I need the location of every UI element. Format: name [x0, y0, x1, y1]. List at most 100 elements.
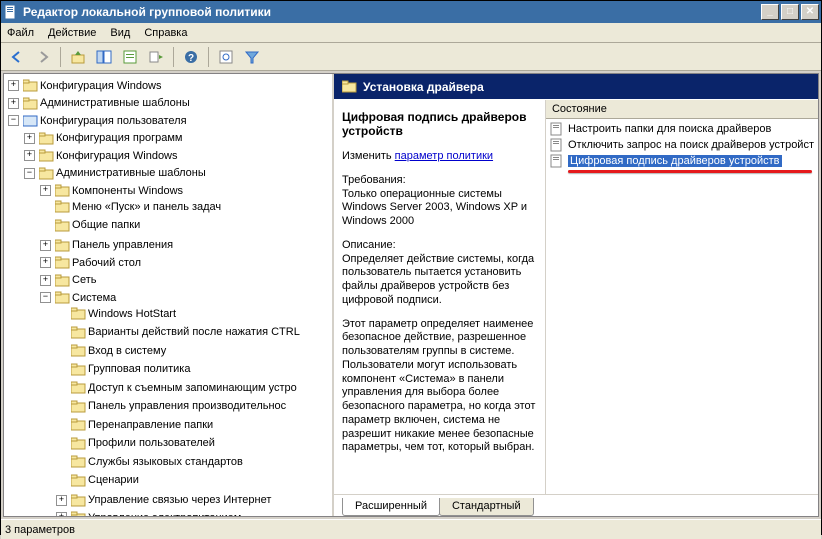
expand-icon[interactable]: + [8, 98, 19, 109]
tree-item[interactable]: Вход в систему [88, 343, 166, 359]
folder-icon [23, 79, 38, 92]
tree-item[interactable]: Профили пользователей [88, 435, 215, 451]
tree-item[interactable]: Конфигурация пользователя [40, 113, 187, 129]
tree-item[interactable]: Управление связью через Интернет [88, 492, 271, 508]
list-item[interactable]: Отключить запрос на поиск драйверов устр… [548, 137, 816, 153]
filter-button[interactable] [240, 46, 264, 68]
folder-icon [71, 307, 86, 320]
folder-icon [71, 344, 86, 357]
settings-list-panel: Состояние Настроить папки для поиска дра… [546, 100, 818, 494]
folder-icon [71, 363, 86, 376]
minimize-button[interactable]: _ [761, 4, 779, 20]
list-item-label: Отключить запрос на поиск драйверов устр… [568, 139, 814, 151]
back-button[interactable] [5, 46, 29, 68]
menu-view[interactable]: Вид [110, 27, 130, 39]
tree-item[interactable]: Групповая политика [88, 361, 190, 377]
expand-icon[interactable]: + [40, 275, 51, 286]
content-header: Установка драйвера [334, 74, 818, 100]
properties-button[interactable] [118, 46, 142, 68]
policy-icon [550, 122, 564, 136]
menu-help[interactable]: Справка [144, 27, 187, 39]
collapse-icon[interactable]: − [8, 115, 19, 126]
status-text: 3 параметров [5, 524, 75, 536]
close-button[interactable]: ✕ [801, 4, 819, 20]
maximize-button[interactable]: □ [781, 4, 799, 20]
folder-icon [71, 437, 86, 450]
tree-item[interactable]: Система [72, 290, 116, 306]
tree-item[interactable]: Перенаправление папки [88, 417, 213, 433]
tree-item[interactable]: Панель управления [72, 237, 173, 253]
folder-icon [71, 474, 86, 487]
tree-pane[interactable]: + Конфигурация Windows + Административные … [4, 74, 334, 516]
description-label: Описание: [342, 239, 396, 251]
tree-item[interactable]: Службы языковых стандартов [88, 454, 243, 470]
tree-item[interactable]: Windows HotStart [88, 306, 176, 322]
collapse-icon[interactable]: − [24, 168, 35, 179]
tree-item[interactable]: Управление электропитанием [88, 510, 241, 517]
collapse-icon[interactable]: − [40, 292, 51, 303]
menubar: Файл Действие Вид Справка [1, 23, 821, 43]
expand-icon[interactable]: + [24, 150, 35, 161]
folder-icon [71, 418, 86, 431]
folder-icon [39, 167, 54, 180]
folder-icon [55, 239, 70, 252]
description-p1: Определяет действие системы, когда польз… [342, 253, 534, 306]
menu-file[interactable]: Файл [7, 27, 34, 39]
expand-icon[interactable]: + [8, 80, 19, 91]
expand-icon[interactable]: + [40, 257, 51, 268]
folder-icon [55, 256, 70, 269]
tree-item[interactable]: Административные шаблоны [40, 95, 190, 111]
requirements-label: Требования: [342, 174, 406, 186]
tab-extended[interactable]: Расширенный [342, 498, 440, 516]
folder-icon [55, 291, 70, 304]
requirements-text: Только операционные системы Windows Serv… [342, 188, 527, 228]
folder-icon [55, 184, 70, 197]
tree-item[interactable]: Конфигурация Windows [40, 78, 162, 94]
content-title: Установка драйвера [363, 80, 484, 94]
description-panel: Цифровая подпись драйверов устройств Изм… [334, 100, 546, 494]
tree-item[interactable]: Доступ к съемным запоминающим устро [88, 380, 297, 396]
folder-icon [71, 494, 86, 507]
folder-icon [23, 97, 38, 110]
policy-icon [550, 154, 564, 168]
up-button[interactable] [66, 46, 90, 68]
list-item-label: Цифровая подпись драйверов устройств [568, 155, 782, 167]
folder-icon [71, 400, 86, 413]
forward-button[interactable] [31, 46, 55, 68]
policy-settings-link[interactable]: параметр политики [395, 150, 493, 162]
folder-icon [39, 132, 54, 145]
tree-item[interactable]: Сценарии [88, 472, 139, 488]
menu-action[interactable]: Действие [48, 27, 96, 39]
folder-icon [71, 381, 86, 394]
expand-icon[interactable]: + [56, 512, 67, 516]
expand-icon[interactable]: + [24, 133, 35, 144]
list-item[interactable]: Настроить папки для поиска драйверов [548, 121, 816, 137]
expand-icon[interactable]: + [56, 495, 67, 506]
folder-icon [71, 511, 86, 516]
refresh-button[interactable] [214, 46, 238, 68]
tree-item[interactable]: Конфигурация программ [56, 130, 182, 146]
tree-item[interactable]: Панель управления производительнос [88, 398, 286, 414]
tree-item[interactable]: Сеть [72, 272, 96, 288]
folder-icon [55, 219, 70, 232]
expand-icon[interactable]: + [40, 185, 51, 196]
tabs: Расширенный Стандартный [334, 494, 818, 516]
list-item-selected[interactable]: Цифровая подпись драйверов устройств [548, 153, 816, 169]
expand-icon[interactable]: + [40, 240, 51, 251]
folder-icon [71, 455, 86, 468]
help-button[interactable]: ? [179, 46, 203, 68]
window-titlebar: Редактор локальной групповой политики _ … [1, 1, 821, 23]
tree-item[interactable]: Варианты действий после нажатия CTRL [88, 324, 300, 340]
tree-item[interactable]: Рабочий стол [72, 255, 141, 271]
list-column-header[interactable]: Состояние [546, 100, 818, 119]
export-button[interactable] [144, 46, 168, 68]
tab-standard[interactable]: Стандартный [439, 498, 534, 516]
tree-item[interactable]: Общие папки [72, 217, 140, 233]
tree-item[interactable]: Компоненты Windows [72, 183, 183, 199]
show-hide-tree-button[interactable] [92, 46, 116, 68]
tree-item[interactable]: Административные шаблоны [56, 165, 206, 181]
tree-item[interactable]: Конфигурация Windows [56, 148, 178, 164]
folder-icon [55, 274, 70, 287]
tree-item[interactable]: Меню «Пуск» и панель задач [72, 199, 221, 215]
folder-icon [55, 200, 70, 213]
